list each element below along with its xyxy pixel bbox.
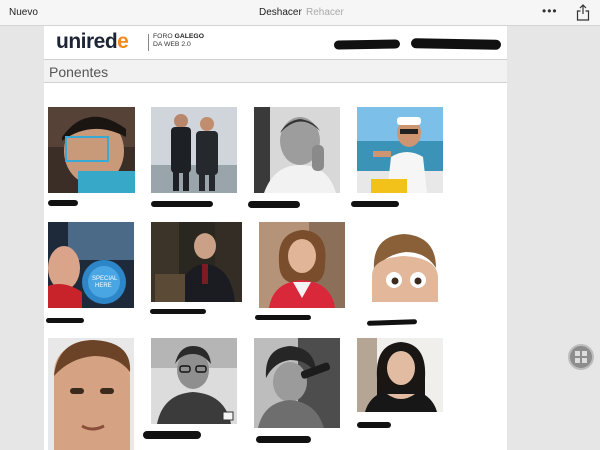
redacted-speaker-name — [143, 431, 201, 439]
section-title: Ponentes — [49, 64, 109, 80]
speaker-card[interactable] — [143, 338, 241, 450]
unirede-logo[interactable]: unirede — [56, 30, 129, 54]
redacted-speaker-name — [366, 319, 418, 326]
redacted-speaker-name — [151, 201, 213, 207]
speaker-photo[interactable] — [151, 107, 237, 193]
undo-button[interactable]: Deshacer — [259, 7, 302, 18]
svg-text:HERE: HERE — [95, 283, 112, 289]
speaker-card[interactable] — [362, 222, 452, 326]
site-header: unirede FORO GALEGO DA WEB 2.0 — [44, 26, 507, 59]
logo-subtitle: FORO GALEGO DA WEB 2.0 — [153, 33, 204, 48]
speaker-photo[interactable] — [362, 222, 448, 310]
logo-divider — [148, 34, 149, 51]
assistive-touch-button[interactable] — [568, 344, 594, 370]
redacted-speaker-name — [255, 315, 311, 320]
speaker-photo[interactable] — [48, 107, 135, 193]
speaker-card[interactable] — [255, 222, 347, 326]
speaker-card[interactable] — [48, 338, 136, 450]
page-sheet: unirede FORO GALEGO DA WEB 2.0 Ponentes — [44, 26, 507, 450]
more-options-icon[interactable]: ••• — [542, 4, 558, 18]
speaker-card[interactable]: SPECIAL HERE — [46, 222, 136, 326]
speaker-photo[interactable]: SPECIAL HERE — [48, 222, 134, 308]
speaker-card[interactable] — [351, 107, 445, 211]
speaker-photo[interactable] — [48, 338, 134, 450]
speaker-photo[interactable] — [357, 338, 443, 412]
speaker-card[interactable] — [48, 107, 136, 211]
redacted-speaker-name — [357, 422, 391, 428]
speaker-card[interactable] — [254, 338, 342, 450]
section-header: Ponentes — [44, 59, 507, 83]
speaker-card[interactable] — [357, 338, 445, 450]
speaker-card[interactable] — [150, 222, 247, 326]
redacted-nav-link[interactable] — [333, 39, 401, 50]
speaker-photo[interactable] — [151, 338, 237, 424]
speaker-photo[interactable] — [357, 107, 443, 193]
redacted-speaker-name — [150, 309, 206, 314]
redo-button[interactable]: Rehacer — [306, 7, 344, 18]
redacted-nav-link[interactable] — [410, 38, 502, 50]
speakers-grid: SPECIAL HERE — [44, 83, 507, 450]
new-button[interactable]: Nuevo — [9, 7, 38, 18]
redacted-speaker-name — [248, 201, 300, 208]
redacted-speaker-name — [48, 200, 78, 206]
speaker-photo[interactable] — [259, 222, 345, 308]
share-icon[interactable] — [576, 4, 590, 21]
speaker-photo[interactable] — [151, 222, 242, 302]
speaker-card[interactable] — [248, 107, 342, 211]
browser-toolbar: Nuevo Deshacer Rehacer ••• — [0, 0, 600, 26]
svg-text:SPECIAL: SPECIAL — [92, 276, 118, 282]
speaker-card[interactable] — [151, 107, 239, 211]
redacted-speaker-name — [256, 436, 311, 443]
redacted-speaker-name — [46, 318, 84, 323]
speaker-photo[interactable] — [254, 107, 340, 193]
redacted-speaker-name — [351, 201, 399, 207]
speaker-photo[interactable] — [254, 338, 340, 428]
